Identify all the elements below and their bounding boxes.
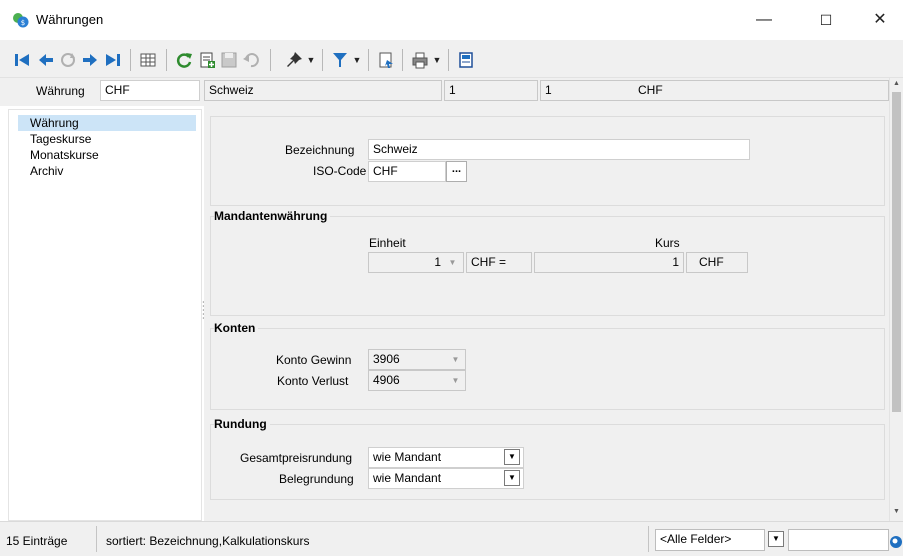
gesamtpreisrundung-label: Gesamtpreisrundung (240, 451, 353, 465)
scroll-thumb[interactable] (892, 92, 901, 412)
gesamtpreisrundung-select[interactable]: wie Mandant (368, 447, 524, 468)
konto-verlust-label: Konto Verlust (277, 374, 349, 388)
nav-item-archiv[interactable]: Archiv (30, 164, 63, 178)
konten-title: Konten (214, 321, 259, 335)
prev-record-icon[interactable] (36, 50, 56, 70)
rundung-title: Rundung (214, 417, 270, 431)
new-record-icon[interactable] (197, 50, 217, 70)
app-icon: $ (13, 13, 29, 28)
kurs-currency: CHF (686, 252, 748, 273)
konto-gewinn-dropdown-icon: ▼ (451, 355, 460, 364)
window-title: Währungen (36, 12, 104, 27)
general-group (210, 116, 885, 206)
konten-group (210, 328, 885, 410)
currency-label: Währung (36, 84, 85, 98)
undo-icon (243, 53, 259, 68)
minimize-button[interactable]: — (741, 0, 787, 40)
reload-icon[interactable] (174, 50, 194, 70)
bezeichnung-label: Bezeichnung (285, 143, 355, 157)
belegrundung-label: Belegrundung (279, 472, 354, 486)
export-icon[interactable] (376, 50, 396, 70)
scroll-up-icon[interactable]: ▲ (892, 80, 901, 88)
iso-code-label: ISO-Code (313, 164, 367, 178)
table-view-icon[interactable] (138, 50, 158, 70)
belegrundung-select[interactable]: wie Mandant (368, 468, 524, 489)
search-icon[interactable] (888, 534, 903, 550)
iso-code-input[interactable]: CHF (368, 161, 446, 182)
header-name-field: Schweiz (204, 80, 442, 101)
einheit-dropdown-icon: ▼ (448, 258, 457, 267)
field-filter-dropdown-icon[interactable]: ▼ (768, 531, 784, 547)
pin-dropdown-icon[interactable]: ▼ (306, 50, 316, 70)
last-record-icon[interactable] (103, 50, 123, 70)
print-dropdown-icon[interactable]: ▼ (432, 50, 442, 70)
filter-dropdown-icon[interactable]: ▼ (352, 50, 362, 70)
gesamtpreisrundung-dropdown-icon[interactable]: ▼ (504, 449, 520, 465)
belegrundung-dropdown-icon[interactable]: ▼ (504, 470, 520, 486)
maximize-button[interactable]: ☐ (803, 0, 849, 40)
scroll-down-icon[interactable]: ▼ (892, 508, 901, 516)
record-count: 15 Einträge (6, 534, 68, 548)
nav-item-tageskurse[interactable]: Tageskurse (30, 132, 91, 146)
next-record-icon[interactable] (80, 50, 100, 70)
first-record-icon[interactable] (12, 50, 32, 70)
pin-icon[interactable] (284, 50, 304, 70)
filter-icon[interactable] (330, 50, 350, 70)
bezeichnung-input[interactable]: Schweiz (368, 139, 750, 160)
nav-item-waehrung[interactable]: Währung (30, 116, 79, 130)
header-value-field-1: 1 (444, 80, 538, 101)
konto-verlust-dropdown-icon: ▼ (451, 376, 460, 385)
iso-code-browse-button[interactable]: ... (446, 161, 467, 182)
close-button[interactable]: ✕ (857, 0, 903, 40)
search-input[interactable] (788, 529, 889, 551)
kurs-label: Kurs (655, 236, 680, 250)
sort-info: sortiert: Bezeichnung,Kalkulationskurs (106, 534, 310, 548)
kurs-field: 1 (534, 252, 684, 273)
toolbar (0, 40, 903, 78)
svg-text:$: $ (21, 19, 25, 27)
header-value-field-2: 1 (540, 80, 634, 101)
nav-item-monatskurse[interactable]: Monatskurse (30, 148, 99, 162)
header-currency-field: CHF (634, 80, 889, 101)
einheit-label: Einheit (369, 236, 406, 250)
print-icon[interactable] (410, 50, 430, 70)
field-filter-select[interactable]: <Alle Felder> (655, 529, 765, 551)
konto-gewinn-label: Konto Gewinn (276, 353, 352, 367)
einheit-currency-text: CHF = (466, 252, 532, 273)
save-icon (221, 52, 237, 68)
form-icon[interactable] (456, 50, 476, 70)
refresh-disabled-icon (61, 53, 75, 67)
currency-code-field[interactable]: CHF (100, 80, 200, 101)
mandanten-title: Mandantenwährung (214, 209, 331, 223)
